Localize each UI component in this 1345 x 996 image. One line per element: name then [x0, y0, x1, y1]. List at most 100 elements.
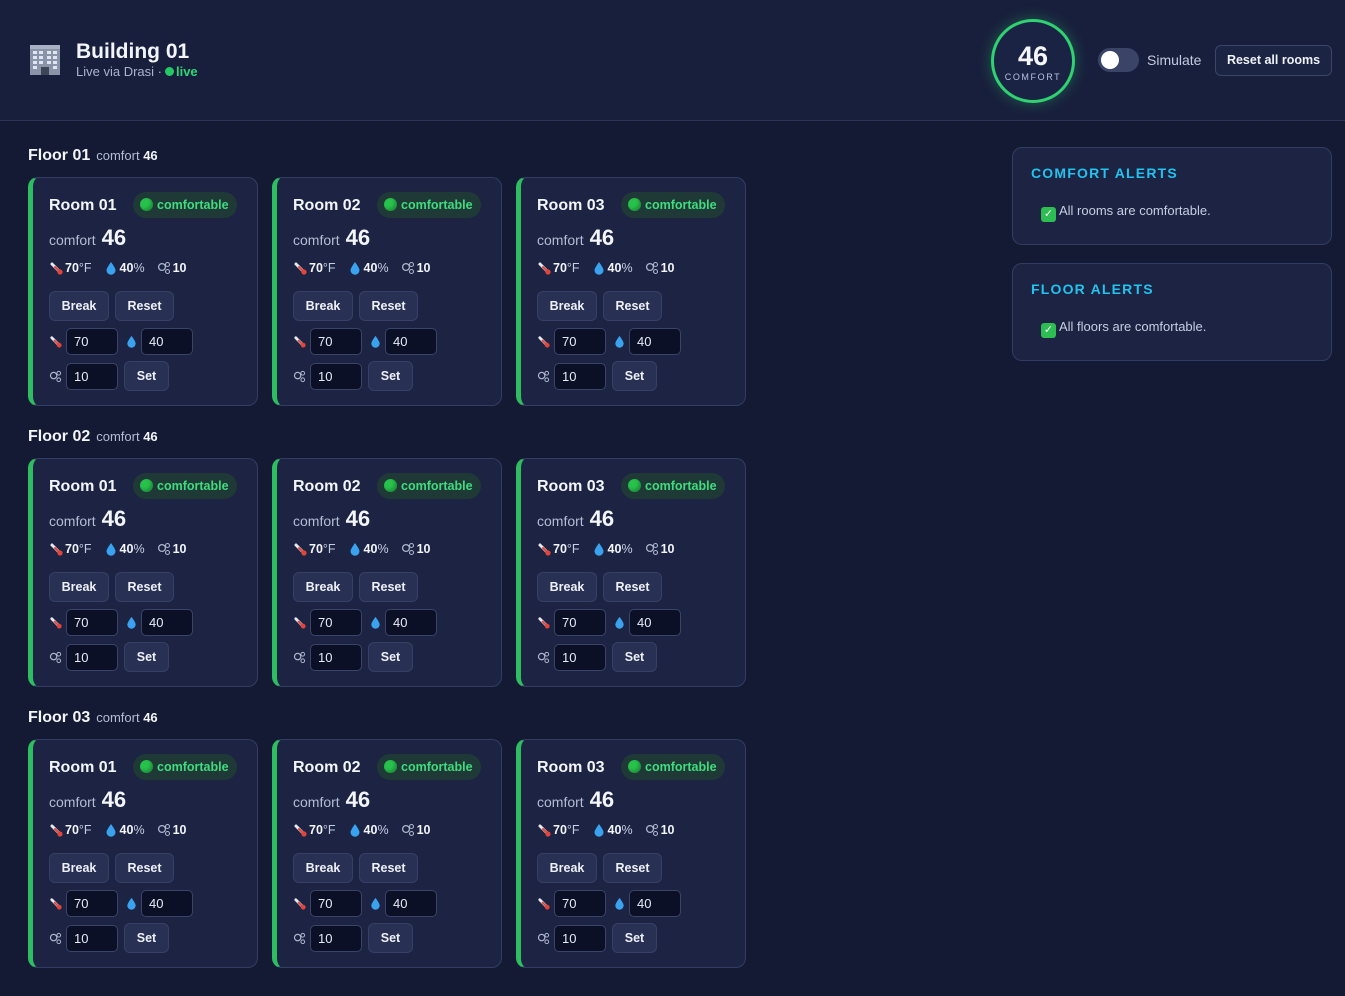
room-title: Room 02: [293, 197, 361, 214]
reset-button[interactable]: Reset: [115, 291, 174, 321]
break-button[interactable]: Break: [293, 291, 353, 321]
break-button[interactable]: Break: [537, 572, 597, 602]
co2-value: 10: [172, 261, 187, 275]
room-card: Room 01 comfortable comfort 46 70°F 40% 10 Bre…: [28, 458, 258, 687]
reset-button[interactable]: Reset: [115, 853, 174, 883]
temp-input[interactable]: 70: [66, 609, 118, 636]
green-circle-icon: [140, 479, 153, 492]
temp-input[interactable]: 70: [554, 890, 606, 917]
break-button[interactable]: Break: [49, 572, 109, 602]
co2-input[interactable]: 10: [310, 644, 362, 671]
droplet-icon: [592, 542, 606, 556]
temp-input[interactable]: 70: [310, 890, 362, 917]
toggle-knob[interactable]: [1101, 51, 1119, 69]
droplet-icon: [125, 897, 138, 910]
temp-value: 70: [65, 261, 79, 275]
set-button[interactable]: Set: [368, 361, 413, 391]
humidity-input[interactable]: 40: [385, 890, 437, 917]
temp-input[interactable]: 70: [310, 609, 362, 636]
room-title: Room 01: [49, 197, 117, 214]
co2-input[interactable]: 10: [66, 644, 118, 671]
co2-input[interactable]: 10: [66, 363, 118, 390]
droplet-icon: [592, 823, 606, 837]
humidity-input[interactable]: 40: [385, 328, 437, 355]
thermometer-icon: [537, 335, 550, 348]
co2-input[interactable]: 10: [66, 925, 118, 952]
reset-button[interactable]: Reset: [359, 572, 418, 602]
temp-input[interactable]: 70: [554, 609, 606, 636]
status-text: comfortable: [645, 479, 717, 493]
co2-icon: [645, 823, 659, 837]
floor-comfort: comfort 46: [96, 148, 157, 163]
room-comfort-value: 46: [101, 225, 127, 250]
co2-input[interactable]: 10: [310, 925, 362, 952]
room-comfort: comfort 46: [49, 225, 126, 251]
reset-button[interactable]: Reset: [359, 853, 418, 883]
temp-value: 70: [553, 823, 567, 837]
humidity-input[interactable]: 40: [629, 328, 681, 355]
set-button[interactable]: Set: [368, 923, 413, 953]
humidity-unit: %: [621, 261, 633, 275]
set-button[interactable]: Set: [612, 361, 657, 391]
reset-button[interactable]: Reset: [359, 291, 418, 321]
set-button[interactable]: Set: [124, 361, 169, 391]
temp-input[interactable]: 70: [554, 328, 606, 355]
comfort-alerts-panel: COMFORT ALERTS ✓ All rooms are comfortabl…: [1012, 147, 1332, 245]
humidity-unit: %: [621, 823, 633, 837]
set-button[interactable]: Set: [124, 923, 169, 953]
humidity-unit: %: [377, 542, 389, 556]
set-button[interactable]: Set: [124, 642, 169, 672]
humidity-input[interactable]: 40: [629, 609, 681, 636]
co2-input[interactable]: 10: [554, 925, 606, 952]
room-comfort-label: comfort: [293, 232, 340, 248]
set-button[interactable]: Set: [612, 923, 657, 953]
room-comfort: comfort 46: [293, 787, 370, 813]
set-button[interactable]: Set: [612, 642, 657, 672]
co2-input[interactable]: 10: [554, 363, 606, 390]
break-button[interactable]: Break: [537, 291, 597, 321]
room-card: Room 03 comfortable comfort 46 70°F 40% 10 Bre…: [516, 458, 746, 687]
co2-input[interactable]: 10: [310, 363, 362, 390]
reset-all-rooms-button[interactable]: Reset all rooms: [1215, 45, 1332, 76]
break-button[interactable]: Break: [293, 853, 353, 883]
humidity-input[interactable]: 40: [141, 609, 193, 636]
humidity-input[interactable]: 40: [141, 328, 193, 355]
temp-input[interactable]: 70: [66, 328, 118, 355]
co2-value: 10: [172, 542, 187, 556]
green-circle-icon: [140, 760, 153, 773]
temp-unit: °F: [566, 823, 580, 837]
reset-button[interactable]: Reset: [603, 853, 662, 883]
simulate-toggle[interactable]: [1098, 48, 1139, 72]
temp-input[interactable]: 70: [310, 328, 362, 355]
temp-input[interactable]: 70: [66, 890, 118, 917]
break-button[interactable]: Break: [537, 853, 597, 883]
humidity-input[interactable]: 40: [629, 890, 681, 917]
break-button[interactable]: Break: [49, 853, 109, 883]
set-button[interactable]: Set: [368, 642, 413, 672]
reset-button[interactable]: Reset: [603, 291, 662, 321]
green-circle-icon: [628, 760, 641, 773]
room-comfort-value: 46: [589, 787, 615, 812]
thermometer-icon: [293, 335, 306, 348]
humidity-input[interactable]: 40: [141, 890, 193, 917]
temp-value: 70: [65, 823, 79, 837]
thermometer-icon: [537, 542, 551, 556]
humidity-input[interactable]: 40: [385, 609, 437, 636]
temp-unit: °F: [566, 261, 580, 275]
room-metrics: 70°F 40% 10: [293, 261, 430, 275]
building-comfort-value: 46: [1017, 41, 1049, 71]
room-comfort: comfort 46: [537, 225, 614, 251]
status-text: comfortable: [645, 198, 717, 212]
co2-input[interactable]: 10: [554, 644, 606, 671]
break-button[interactable]: Break: [49, 291, 109, 321]
humidity-unit: %: [377, 823, 389, 837]
room-comfort: comfort 46: [49, 506, 126, 532]
reset-button[interactable]: Reset: [115, 572, 174, 602]
room-metrics: 70°F 40% 10: [49, 261, 186, 275]
green-circle-icon: [384, 760, 397, 773]
break-button[interactable]: Break: [293, 572, 353, 602]
room-comfort-label: comfort: [293, 513, 340, 529]
thermometer-icon: [49, 616, 62, 629]
droplet-icon: [348, 823, 362, 837]
reset-button[interactable]: Reset: [603, 572, 662, 602]
